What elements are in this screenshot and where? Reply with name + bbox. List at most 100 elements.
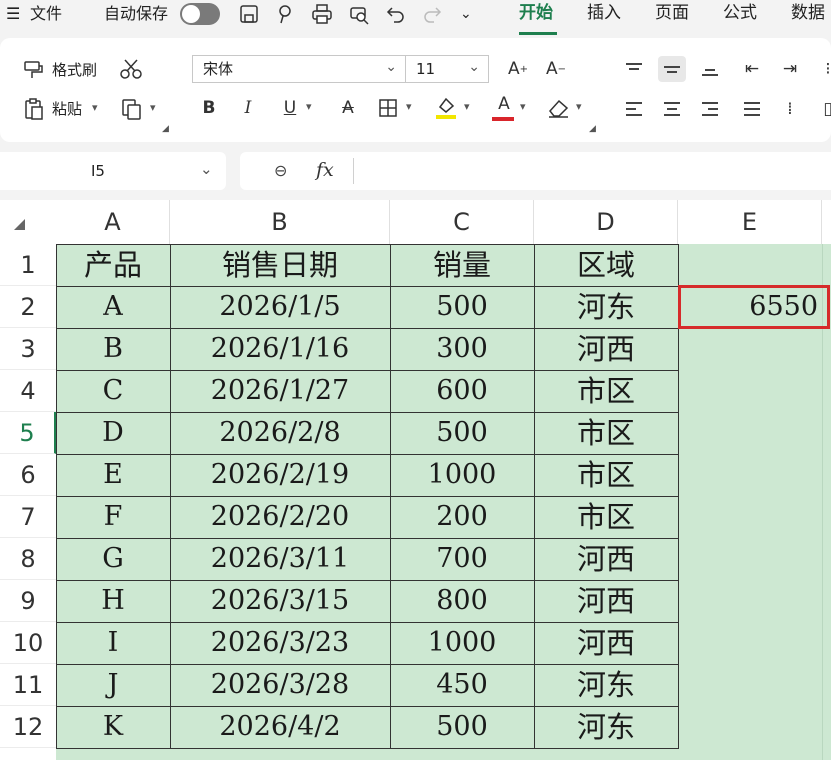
clear-format-icon[interactable] bbox=[546, 96, 572, 120]
table-cell[interactable]: 市区 bbox=[534, 412, 678, 454]
table-cell[interactable]: 河东 bbox=[534, 664, 678, 706]
table-cell[interactable]: 河西 bbox=[534, 622, 678, 664]
table-cell[interactable]: 河西 bbox=[534, 328, 678, 370]
row-header-2[interactable]: 2 bbox=[0, 286, 56, 328]
table-cell[interactable]: A bbox=[56, 286, 170, 328]
format-painter-label[interactable]: 格式刷 bbox=[52, 61, 97, 79]
hamburger-icon[interactable]: ☰ bbox=[6, 4, 20, 24]
file-menu[interactable]: 文件 bbox=[30, 4, 62, 24]
table-cell[interactable]: 2026/3/23 bbox=[170, 622, 390, 664]
table-cell[interactable]: 2026/3/28 bbox=[170, 664, 390, 706]
row-header-7[interactable]: 7 bbox=[0, 496, 56, 538]
cut-icon[interactable] bbox=[118, 58, 144, 80]
table-cell[interactable]: 河西 bbox=[534, 538, 678, 580]
font-color-dropdown-icon[interactable]: ▾ bbox=[520, 100, 526, 113]
table-cell[interactable]: K bbox=[56, 706, 170, 748]
table-cell[interactable]: 市区 bbox=[534, 496, 678, 538]
chevron-down-icon[interactable]: ⌄ bbox=[460, 4, 472, 24]
column-header-d[interactable]: D bbox=[534, 200, 678, 244]
function-icon[interactable]: fx bbox=[316, 159, 334, 181]
header-cell[interactable]: 区域 bbox=[534, 244, 678, 286]
table-cell[interactable]: 1000 bbox=[390, 622, 534, 664]
tab-data[interactable]: 数据 bbox=[791, 3, 825, 23]
header-cell[interactable]: 产品 bbox=[56, 244, 170, 286]
paste-icon[interactable] bbox=[22, 97, 46, 121]
align-left-icon[interactable] bbox=[620, 96, 648, 122]
row-header-1[interactable]: 1 bbox=[0, 244, 56, 286]
underline-dropdown-icon[interactable]: ▾ bbox=[306, 100, 312, 113]
select-all-corner[interactable] bbox=[0, 200, 56, 244]
fill-color-dropdown-icon[interactable]: ▾ bbox=[464, 100, 470, 113]
table-cell[interactable]: 2026/1/5 bbox=[170, 286, 390, 328]
table-cell[interactable]: G bbox=[56, 538, 170, 580]
table-cell[interactable]: 1000 bbox=[390, 454, 534, 496]
table-cell[interactable]: 2026/4/2 bbox=[170, 706, 390, 748]
table-cell[interactable]: 500 bbox=[390, 286, 534, 328]
font-launcher-icon[interactable]: ◢ bbox=[589, 124, 596, 134]
name-box[interactable]: I5 ⌄ bbox=[0, 152, 226, 190]
zoom-icon[interactable]: ⊖ bbox=[274, 161, 287, 180]
borders-icon[interactable] bbox=[378, 98, 400, 118]
row-header-6[interactable]: 6 bbox=[0, 454, 56, 496]
table-cell[interactable]: 2026/2/19 bbox=[170, 454, 390, 496]
table-cell[interactable]: 2026/3/15 bbox=[170, 580, 390, 622]
table-cell[interactable]: 2026/1/27 bbox=[170, 370, 390, 412]
underline-icon[interactable]: U bbox=[276, 95, 304, 121]
table-cell[interactable]: 450 bbox=[390, 664, 534, 706]
align-right-icon[interactable] bbox=[696, 96, 724, 122]
row-header-4[interactable]: 4 bbox=[0, 370, 56, 412]
strikethrough-icon[interactable]: A bbox=[334, 95, 362, 121]
tab-home[interactable]: 开始 bbox=[519, 3, 553, 23]
table-cell[interactable]: H bbox=[56, 580, 170, 622]
row-header-3[interactable]: 3 bbox=[0, 328, 56, 370]
table-cell[interactable]: 500 bbox=[390, 706, 534, 748]
table-cell[interactable]: 500 bbox=[390, 412, 534, 454]
undo-icon[interactable] bbox=[385, 3, 407, 25]
clipboard-launcher-icon[interactable]: ◢ bbox=[162, 124, 169, 134]
bold-icon[interactable]: B bbox=[195, 95, 223, 121]
table-cell[interactable]: C bbox=[56, 370, 170, 412]
column-header-c[interactable]: C bbox=[390, 200, 534, 244]
table-cell[interactable]: E bbox=[56, 454, 170, 496]
tab-page[interactable]: 页面 bbox=[655, 3, 689, 23]
table-cell[interactable]: 2026/2/20 bbox=[170, 496, 390, 538]
column-header-b[interactable]: B bbox=[170, 200, 390, 244]
align-bottom-icon[interactable] bbox=[696, 56, 724, 82]
fill-color-icon[interactable] bbox=[434, 94, 460, 120]
decrease-indent-icon[interactable]: ⇤ bbox=[738, 56, 766, 82]
increase-font-size-icon[interactable]: A + bbox=[504, 56, 532, 82]
column-header-e[interactable]: E bbox=[678, 200, 822, 244]
table-cell[interactable]: 市区 bbox=[534, 370, 678, 412]
row-header-8[interactable]: 8 bbox=[0, 538, 56, 580]
justify-icon[interactable] bbox=[738, 96, 766, 122]
table-cell[interactable]: 河东 bbox=[534, 706, 678, 748]
paste-label[interactable]: 粘贴 bbox=[52, 100, 82, 118]
increase-indent-icon[interactable]: ⇥ bbox=[776, 56, 804, 82]
align-center-icon[interactable] bbox=[658, 96, 686, 122]
table-cell[interactable]: 600 bbox=[390, 370, 534, 412]
row-header-13[interactable] bbox=[0, 748, 56, 760]
table-cell[interactable]: 2026/3/11 bbox=[170, 538, 390, 580]
table-cell[interactable]: 2026/2/8 bbox=[170, 412, 390, 454]
print-icon[interactable] bbox=[311, 3, 333, 25]
font-size-select[interactable]: 11 ⌄ bbox=[405, 55, 489, 83]
distributed-align-icon[interactable]: ⁞ bbox=[776, 96, 804, 122]
table-cell[interactable]: 2026/1/16 bbox=[170, 328, 390, 370]
formula-input[interactable]: ⊖ fx bbox=[240, 152, 831, 190]
row-header-5[interactable]: 5 bbox=[0, 412, 56, 454]
decrease-font-size-icon[interactable]: A − bbox=[542, 56, 570, 82]
row-header-11[interactable]: 11 bbox=[0, 664, 56, 706]
table-cell[interactable]: 河东 bbox=[534, 286, 678, 328]
format-painter-quick-icon[interactable] bbox=[275, 3, 297, 25]
font-name-select[interactable]: 宋体 ⌄ bbox=[192, 55, 406, 83]
table-cell[interactable]: 市区 bbox=[534, 454, 678, 496]
row-header-9[interactable]: 9 bbox=[0, 580, 56, 622]
clear-format-dropdown-icon[interactable]: ▾ bbox=[576, 100, 582, 113]
italic-icon[interactable]: I bbox=[234, 95, 262, 121]
copy-icon[interactable] bbox=[120, 97, 146, 121]
align-middle-icon[interactable] bbox=[658, 56, 686, 82]
print-preview-icon[interactable] bbox=[348, 3, 370, 25]
redo-icon[interactable] bbox=[421, 3, 443, 25]
table-cell[interactable]: D bbox=[56, 412, 170, 454]
align-top-icon[interactable] bbox=[620, 56, 648, 82]
